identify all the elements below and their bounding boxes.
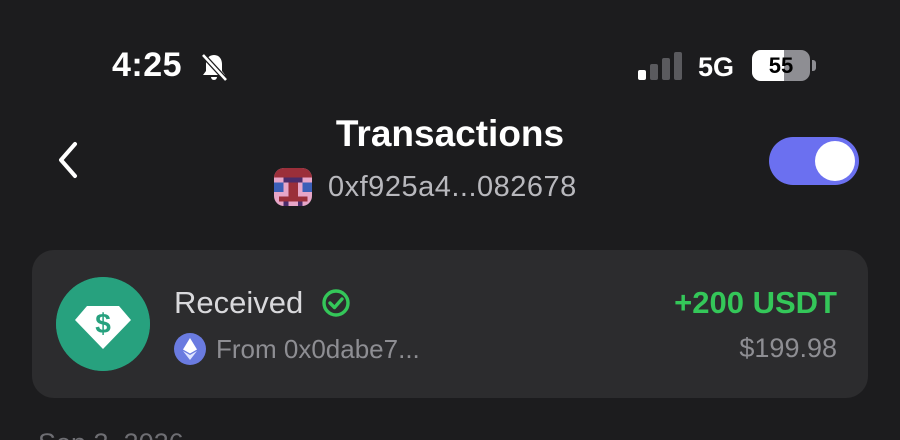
status-time: 4:25 <box>112 46 183 84</box>
fiat-value: $199.98 <box>739 333 837 363</box>
check-circle-icon <box>322 289 350 317</box>
status-bar: 4:25 5G 55 <box>0 0 900 110</box>
header-toggle[interactable] <box>769 137 859 185</box>
battery-tip <box>812 60 816 71</box>
date-section-label: Sep 3, 2026 <box>38 428 184 440</box>
wallet-address: 0xf925a4...082678 <box>328 170 577 203</box>
ethereum-icon <box>174 333 206 365</box>
wallet-avatar <box>274 168 312 206</box>
transaction-amount: +200 USDT <box>674 285 837 320</box>
chevron-left-icon <box>59 142 77 178</box>
back-button[interactable] <box>46 134 90 186</box>
battery-icon: 55 <box>752 50 810 81</box>
status-label: Received <box>174 285 304 320</box>
account-selector[interactable]: 0xf925a4...082678 <box>274 167 577 207</box>
transaction-from: From 0x0dabe7... <box>174 333 420 365</box>
toggle-knob <box>815 141 855 181</box>
network-type: 5G <box>698 52 735 82</box>
from-address: From 0x0dabe7... <box>216 333 420 364</box>
cellular-signal-icon <box>638 52 682 80</box>
transaction-status: Received <box>174 285 351 321</box>
transaction-card[interactable]: $ Received From 0x0dabe7... +200 USDT $1… <box>32 250 868 398</box>
page-title: Transactions <box>335 113 565 154</box>
usdt-icon: $ <box>56 277 150 371</box>
bell-slash-icon <box>201 53 228 82</box>
battery-percent: 55 <box>768 52 794 78</box>
svg-text:$: $ <box>95 308 111 339</box>
